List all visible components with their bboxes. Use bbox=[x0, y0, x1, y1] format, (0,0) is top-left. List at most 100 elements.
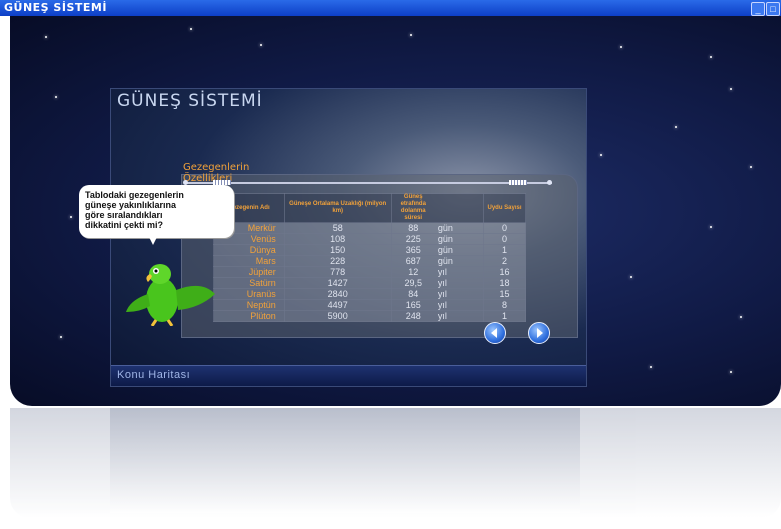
star-decoration bbox=[410, 34, 412, 36]
table-row: Jüpiter 778 12 yıl 16 bbox=[213, 266, 527, 278]
period-unit-cell: gün bbox=[434, 233, 484, 245]
speech-bubble-text: Tablodaki gezegenlerin güneşe yakınlıkla… bbox=[85, 190, 184, 230]
star-decoration bbox=[620, 46, 622, 48]
star-decoration bbox=[730, 371, 732, 373]
star-decoration bbox=[710, 56, 712, 58]
distance-cell: 108 bbox=[283, 233, 392, 245]
speech-line: Tablodaki gezegenlerin bbox=[85, 190, 184, 200]
planet-name-cell: Neptün bbox=[213, 299, 285, 311]
speech-line: göre sıralandıkları bbox=[85, 210, 163, 220]
star-decoration bbox=[60, 336, 62, 338]
star-decoration bbox=[630, 276, 632, 278]
star-decoration bbox=[675, 126, 677, 128]
period-cell: 687 bbox=[390, 255, 435, 267]
speech-line: güneşe yakınlıklarına bbox=[85, 200, 177, 210]
parrot-icon bbox=[126, 264, 215, 326]
star-decoration bbox=[190, 28, 192, 30]
planets-table: Gezegenin Adı Güneşe Ortalama Uzaklığı (… bbox=[213, 193, 527, 322]
star-decoration bbox=[55, 96, 57, 98]
header-moons: Uydu Sayısı bbox=[482, 193, 527, 223]
section-title-line1: Gezegenlerin bbox=[183, 162, 250, 173]
speech-bubble-tail bbox=[146, 231, 160, 245]
table-row: Neptün 4497 165 yıl 8 bbox=[213, 299, 527, 311]
period-cell: 88 bbox=[390, 222, 435, 234]
panel-footer: Konu Haritası bbox=[111, 365, 586, 386]
distance-cell: 2840 bbox=[283, 288, 392, 300]
table-header-row: Gezegenin Adı Güneşe Ortalama Uzaklığı (… bbox=[213, 193, 527, 223]
distance-cell: 150 bbox=[283, 244, 392, 256]
period-cell: 84 bbox=[390, 288, 435, 300]
moons-cell: 15 bbox=[482, 288, 527, 300]
maximize-icon[interactable]: □ bbox=[766, 2, 780, 16]
moons-cell: 1 bbox=[482, 244, 527, 256]
planet-name-cell: Dünya bbox=[213, 244, 285, 256]
arrow-left-icon bbox=[491, 328, 497, 338]
page-slider[interactable] bbox=[183, 180, 552, 185]
moons-cell: 1 bbox=[482, 310, 527, 322]
period-unit-cell: yıl bbox=[434, 266, 484, 278]
distance-cell: 228 bbox=[283, 255, 392, 267]
period-cell: 225 bbox=[390, 233, 435, 245]
star-decoration bbox=[260, 44, 262, 46]
star-decoration bbox=[730, 88, 732, 90]
period-cell: 12 bbox=[390, 266, 435, 278]
minimize-icon[interactable]: _ bbox=[751, 2, 765, 16]
table-row: Mars 228 687 gün 2 bbox=[213, 255, 527, 267]
panel-title: GÜNEŞ SİSTEMİ bbox=[117, 91, 263, 111]
period-cell: 29,5 bbox=[390, 277, 435, 289]
period-unit-cell: gün bbox=[434, 244, 484, 256]
moons-cell: 2 bbox=[482, 255, 527, 267]
distance-cell: 778 bbox=[283, 266, 392, 278]
planet-name-cell: Jüpiter bbox=[213, 266, 285, 278]
planet-name-cell: Plüton bbox=[213, 310, 285, 322]
star-decoration bbox=[740, 316, 742, 318]
period-unit-cell: yıl bbox=[434, 288, 484, 300]
star-decoration bbox=[750, 166, 752, 168]
header-period: Güneş etrafında dolanma süresi bbox=[390, 193, 435, 223]
period-cell: 365 bbox=[390, 244, 435, 256]
period-unit-cell: yıl bbox=[434, 299, 484, 311]
distance-cell: 4497 bbox=[283, 299, 392, 311]
speech-line: dikkatini çekti mi? bbox=[85, 220, 164, 230]
space-background: GÜNEŞ SİSTEMİ Gezegenlerin Özellikleri G… bbox=[10, 16, 781, 406]
panel-reflection bbox=[110, 408, 580, 513]
arrow-right-icon bbox=[537, 328, 543, 338]
topic-map-link[interactable]: Konu Haritası bbox=[117, 369, 190, 381]
window-title: GÜNEŞ SİSTEMİ bbox=[4, 1, 107, 14]
next-button[interactable] bbox=[528, 322, 550, 344]
moons-cell: 8 bbox=[482, 299, 527, 311]
period-unit-cell: yıl bbox=[434, 277, 484, 289]
period-unit-cell: yıl bbox=[434, 310, 484, 322]
slider-handle[interactable] bbox=[509, 180, 527, 185]
period-cell: 248 bbox=[390, 310, 435, 322]
star-decoration bbox=[710, 226, 712, 228]
star-decoration bbox=[650, 366, 652, 368]
period-cell: 165 bbox=[390, 299, 435, 311]
slider-end-dot bbox=[547, 180, 552, 185]
window-titlebar: GÜNEŞ SİSTEMİ _ □ bbox=[0, 0, 781, 16]
planet-name-cell: Mars bbox=[213, 255, 285, 267]
header-period-unit bbox=[434, 193, 484, 223]
planet-name-cell: Satürn bbox=[213, 277, 285, 289]
period-unit-cell: gün bbox=[434, 255, 484, 267]
distance-cell: 58 bbox=[283, 222, 392, 234]
moons-cell: 16 bbox=[482, 266, 527, 278]
table-row: Satürn 1427 29,5 yıl 18 bbox=[213, 277, 527, 289]
table-row: Venüs 108 225 gün 0 bbox=[213, 233, 527, 245]
distance-cell: 1427 bbox=[283, 277, 392, 289]
star-decoration bbox=[70, 216, 72, 218]
star-decoration bbox=[45, 36, 47, 38]
moons-cell: 18 bbox=[482, 277, 527, 289]
table-body: Merkür 58 88 gün 0 Venüs 108 225 gün 0 Dünya 150 365… bbox=[213, 222, 527, 322]
previous-button[interactable] bbox=[484, 322, 506, 344]
header-distance: Güneşe Ortalama Uzaklığı (milyon km) bbox=[283, 193, 392, 223]
table-row: Plüton 5900 248 yıl 1 bbox=[213, 310, 527, 322]
table-row: Dünya 150 365 gün 1 bbox=[213, 244, 527, 256]
distance-cell: 5900 bbox=[283, 310, 392, 322]
moons-cell: 0 bbox=[482, 233, 527, 245]
period-unit-cell: gün bbox=[434, 222, 484, 234]
table-row: Merkür 58 88 gün 0 bbox=[213, 222, 527, 234]
moons-cell: 0 bbox=[482, 222, 527, 234]
star-decoration bbox=[600, 154, 602, 156]
window-reflection bbox=[10, 408, 781, 518]
